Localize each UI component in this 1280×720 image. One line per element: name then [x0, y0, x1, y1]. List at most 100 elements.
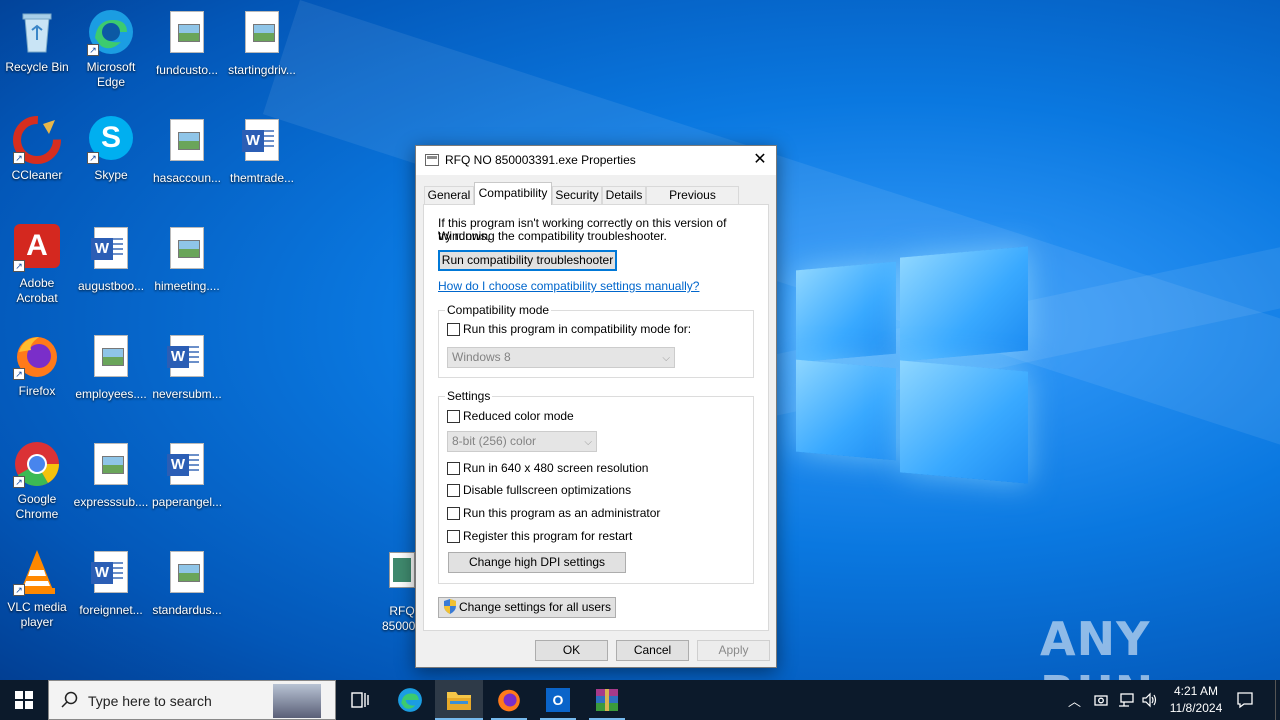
taskbar-outlook[interactable]: O [534, 680, 582, 720]
desktop-icon-themtrade[interactable]: W themtrade... [224, 116, 300, 186]
taskbar-winrar[interactable] [583, 680, 631, 720]
tray-security-icon[interactable] [1093, 680, 1113, 720]
checkbox-label: Disable fullscreen optimizations [463, 483, 632, 497]
desktop-icon-label: VLC media player [7, 600, 67, 629]
desktop-icon-employees[interactable]: employees.... [73, 332, 149, 402]
desktop-icon-paperangel[interactable]: W paperangel... [149, 440, 225, 510]
select-value: Windows 8 [452, 350, 511, 364]
desktop-icon-label: Adobe Acrobat [16, 276, 58, 305]
cancel-button[interactable]: Cancel [616, 640, 689, 661]
desktop-icon-hasaccoun[interactable]: hasaccoun... [149, 116, 225, 186]
group-title: Compatibility mode [445, 303, 552, 317]
desktop-icon-foreignnet[interactable]: W foreignnet... [73, 548, 149, 618]
speaker-icon [1142, 692, 1157, 708]
firefox-icon [498, 689, 520, 712]
compatibility-mode-group: Compatibility mode Run this program in c… [438, 303, 754, 378]
windows-logo-wallpaper [796, 242, 1028, 484]
tray-volume-icon[interactable] [1141, 680, 1161, 720]
image-file-icon [163, 119, 211, 167]
tray-overflow-button[interactable]: ︿ [1068, 680, 1090, 720]
desktop-icon-label: Recycle Bin [5, 60, 69, 74]
desktop-icon-startingdriv[interactable]: startingdriv... [224, 8, 300, 78]
desktop-icon-himeeting[interactable]: himeeting.... [149, 224, 225, 294]
search-highlight-image [273, 684, 321, 718]
dialog-titlebar[interactable]: RFQ NO 850003391.exe Properties ✕ [416, 146, 776, 175]
group-title: Settings [445, 389, 493, 403]
color-depth-select: 8-bit (256) color ⌵ [447, 431, 597, 452]
ok-button[interactable]: OK [535, 640, 608, 661]
desktop-icon-neversubm[interactable]: W neversubm... [149, 332, 225, 402]
tab-details[interactable]: Details [602, 186, 646, 204]
task-view-icon [351, 692, 369, 708]
compat-mode-checkbox[interactable]: Run this program in compatibility mode f… [447, 323, 691, 337]
tab-security[interactable]: Security [552, 186, 602, 204]
desktop-icon-standardus[interactable]: standardus... [149, 548, 225, 618]
taskbar-file-explorer[interactable] [435, 680, 483, 720]
desktop-icon-augustboo[interactable]: W augustboo... [73, 224, 149, 294]
image-file-icon [87, 335, 135, 383]
notification-icon [1237, 692, 1253, 709]
tab-compatibility[interactable]: Compatibility [474, 182, 552, 205]
reduced-color-checkbox[interactable]: Reduced color mode [447, 410, 574, 424]
word-document-icon: W [163, 335, 211, 383]
start-button[interactable] [0, 680, 48, 720]
desktop-icon-recycle-bin[interactable]: Recycle Bin [0, 8, 75, 75]
desktop-icon-adobe-acrobat[interactable]: A ↗ Adobe Acrobat [0, 224, 75, 306]
run-troubleshooter-button[interactable]: Run compatibility troubleshooter [438, 250, 617, 271]
folder-icon [447, 692, 471, 710]
intro-text-line2: try running the compatibility troublesho… [438, 229, 667, 243]
chevron-down-icon: ⌵ [662, 353, 670, 364]
desktop-icon-google-chrome[interactable]: ↗ Google Chrome [0, 440, 75, 522]
desktop-icon-skype[interactable]: S ↗ Skype [73, 116, 149, 183]
taskbar-search[interactable]: Type here to search [48, 680, 336, 720]
checkbox-label: Register this program for restart [463, 529, 633, 543]
image-file-icon [163, 11, 211, 59]
chrome-icon: ↗ [13, 440, 61, 488]
disable-fullscreen-checkbox[interactable]: Disable fullscreen optimizations [447, 484, 631, 498]
task-view-button[interactable] [336, 680, 384, 720]
dialog-title: RFQ NO 850003391.exe Properties [445, 153, 636, 167]
run-as-admin-checkbox[interactable]: Run this program as an administrator [447, 507, 660, 521]
camera-icon [1094, 695, 1108, 706]
select-value: 8-bit (256) color [452, 434, 537, 448]
action-center-button[interactable] [1236, 680, 1260, 720]
clock-time: 4:21 AM [1173, 684, 1219, 698]
ccleaner-icon: ↗ [13, 116, 61, 164]
word-document-icon: W [238, 119, 286, 167]
compatibility-panel: If this program isn't working correctly … [423, 204, 769, 631]
taskbar-edge[interactable] [386, 680, 434, 720]
taskbar-firefox[interactable] [485, 680, 533, 720]
edge-icon [398, 688, 422, 712]
desktop-icon-ccleaner[interactable]: ↗ CCleaner [0, 116, 75, 183]
show-desktop-button[interactable] [1275, 680, 1280, 720]
settings-group: Settings Reduced color mode 8-bit (256) … [438, 389, 754, 584]
button-label: Change settings for all users [458, 600, 612, 614]
apply-button[interactable]: Apply [697, 640, 770, 661]
desktop-icon-fundcusto[interactable]: fundcusto... [149, 8, 225, 78]
skype-icon: S ↗ [87, 116, 135, 164]
change-all-users-button[interactable]: Change settings for all users [438, 597, 616, 618]
outlook-icon: O [546, 688, 570, 712]
search-placeholder: Type here to search [88, 693, 212, 709]
register-restart-checkbox[interactable]: Register this program for restart [447, 530, 632, 544]
desktop-icon-label: Microsoft Edge [86, 60, 136, 89]
tab-previous-versions[interactable]: Previous Versions [646, 186, 739, 218]
desktop-icon-label: expresssub.... [73, 495, 149, 509]
edge-icon: ↗ [87, 8, 135, 56]
desktop-icon-label: Google Chrome [15, 492, 59, 521]
checkbox-label: Run this program as an administrator [463, 506, 661, 520]
desktop-icon-firefox[interactable]: ↗ Firefox [0, 332, 75, 399]
close-icon[interactable]: ✕ [744, 146, 776, 175]
tab-general[interactable]: General [424, 186, 474, 204]
desktop-icon-microsoft-edge[interactable]: ↗ Microsoft Edge [73, 8, 149, 90]
tray-network-icon[interactable] [1117, 680, 1137, 720]
search-icon [61, 691, 78, 708]
manual-settings-link[interactable]: How do I choose compatibility settings m… [438, 279, 699, 293]
desktop-icon-label: Skype [94, 168, 128, 182]
desktop-icon-expresssub[interactable]: expresssub.... [73, 440, 149, 510]
change-dpi-button[interactable]: Change high DPI settings [448, 552, 626, 573]
properties-dialog: RFQ NO 850003391.exe Properties ✕ Genera… [415, 145, 777, 668]
desktop-icon-vlc[interactable]: ↗ VLC media player [0, 548, 75, 630]
taskbar-clock[interactable]: 4:21 AM 11/8/2024 [1160, 683, 1232, 717]
run-640x480-checkbox[interactable]: Run in 640 x 480 screen resolution [447, 462, 648, 476]
